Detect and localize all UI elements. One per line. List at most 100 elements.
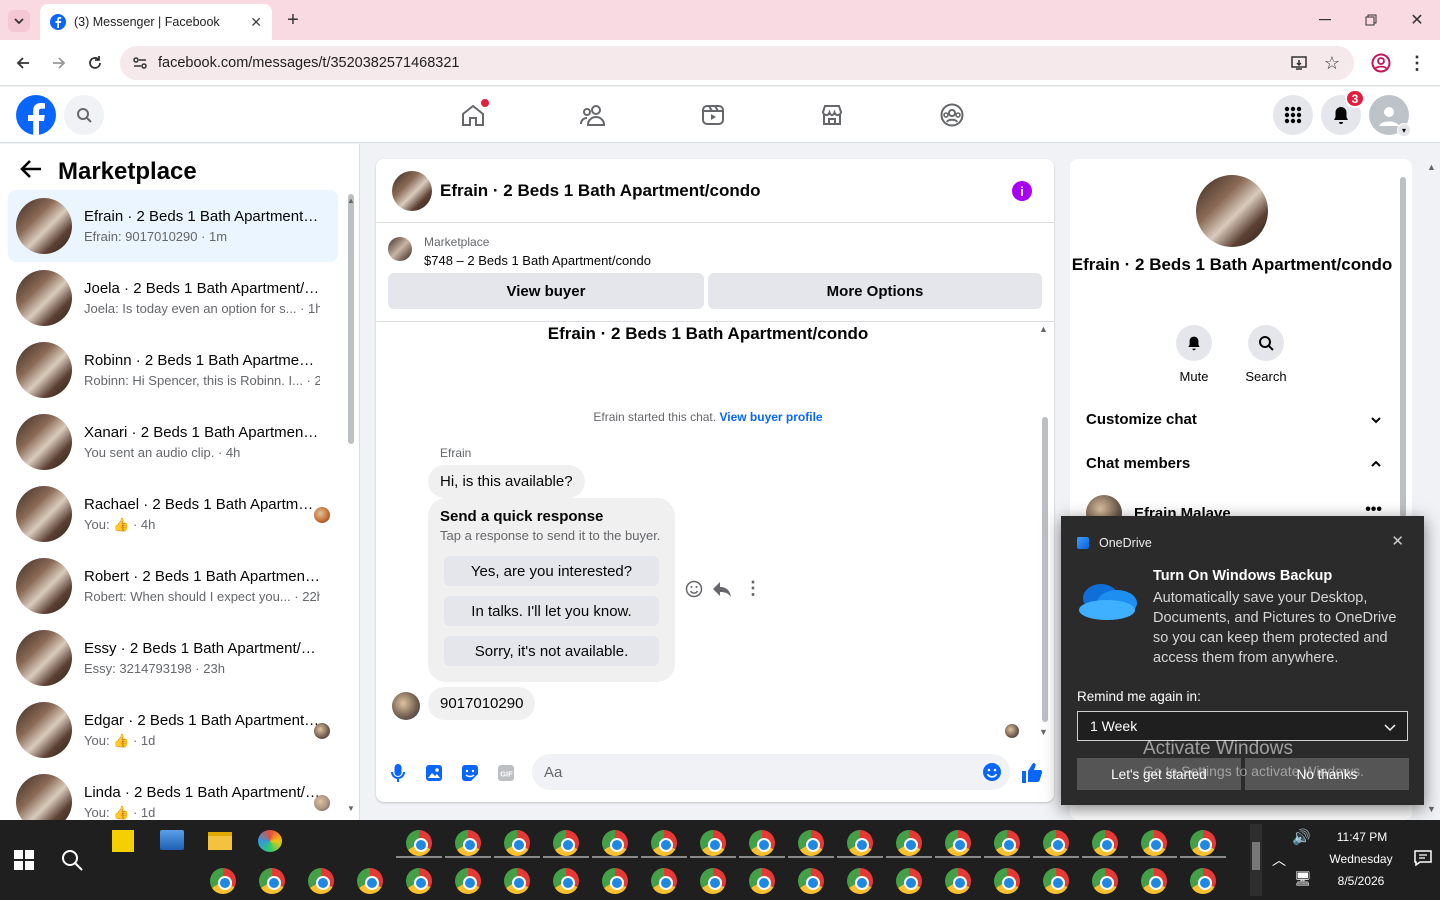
incoming-message-phone[interactable]: 9017010290 bbox=[428, 687, 536, 720]
clock-day[interactable]: Wednesday bbox=[1316, 852, 1406, 866]
chrome-taskbar-icon[interactable] bbox=[455, 868, 481, 894]
chrome-taskbar-icon[interactable] bbox=[1092, 868, 1118, 894]
gif-icon[interactable]: GIF bbox=[496, 763, 516, 783]
conversation-item[interactable]: Efrain · 2 Beds 1 Bath Apartment/condo Ef… bbox=[8, 190, 338, 262]
remind-select[interactable]: 1 Week bbox=[1077, 711, 1408, 741]
conversation-item[interactable]: Linda · 2 Beds 1 Bath Apartment/condo You… bbox=[8, 766, 338, 820]
network-icon[interactable]: 🖥 bbox=[1294, 870, 1312, 887]
thumbs-up-send-icon[interactable] bbox=[1020, 761, 1044, 785]
emoji-picker-icon[interactable] bbox=[982, 762, 1002, 786]
nav-home-icon[interactable] bbox=[455, 97, 491, 133]
chrome-taskbar-icon[interactable] bbox=[602, 830, 628, 856]
conversation-item[interactable]: Robinn · 2 Beds 1 Bath Apartment/condo Ro… bbox=[8, 334, 338, 406]
show-hidden-icons-chevron[interactable]: ︿ bbox=[1272, 850, 1286, 870]
chrome-taskbar-icon[interactable] bbox=[602, 868, 628, 894]
nav-video-icon[interactable] bbox=[695, 97, 731, 133]
listing-summary[interactable]: Marketplace $748 – 2 Beds 1 Bath Apartme… bbox=[388, 235, 651, 268]
chat-title[interactable]: Efrain · 2 Beds 1 Bath Apartment/condo bbox=[440, 181, 761, 201]
chrome-taskbar-icon[interactable] bbox=[357, 868, 383, 894]
chrome-taskbar-icon[interactable] bbox=[896, 868, 922, 894]
nav-friends-icon[interactable] bbox=[575, 97, 611, 133]
new-tab-icon[interactable]: + bbox=[282, 9, 304, 31]
tray-scrollbar[interactable] bbox=[1250, 824, 1262, 896]
forward-arrow-icon[interactable] bbox=[48, 52, 70, 74]
minimize-window-icon[interactable] bbox=[1310, 8, 1340, 32]
facebook-logo-icon[interactable] bbox=[16, 95, 56, 135]
customize-chat-row[interactable]: Customize chat bbox=[1086, 411, 1382, 428]
account-avatar-button[interactable]: ▾ bbox=[1369, 95, 1411, 137]
view-buyer-button[interactable]: View buyer bbox=[388, 273, 704, 309]
chrome-taskbar-icon[interactable] bbox=[994, 868, 1020, 894]
details-scrollbar[interactable] bbox=[1400, 177, 1406, 517]
back-arrow-icon[interactable] bbox=[20, 158, 42, 186]
view-buyer-profile-link[interactable]: View buyer profile bbox=[719, 410, 822, 424]
chrome-taskbar-icon[interactable] bbox=[945, 868, 971, 894]
menu-grid-button[interactable] bbox=[1273, 95, 1313, 135]
chrome-taskbar-icon[interactable] bbox=[1092, 830, 1118, 856]
profile-icon[interactable] bbox=[1370, 52, 1392, 74]
toast-close-icon[interactable]: ✕ bbox=[1391, 532, 1404, 550]
restore-window-icon[interactable] bbox=[1356, 8, 1386, 32]
chrome-taskbar-icon[interactable] bbox=[700, 868, 726, 894]
details-avatar[interactable] bbox=[1196, 175, 1268, 247]
message-more-icon[interactable]: ⋮ bbox=[744, 578, 762, 599]
chrome-taskbar-icon[interactable] bbox=[1043, 868, 1069, 894]
chrome-taskbar-icon[interactable] bbox=[798, 868, 824, 894]
nav-groups-icon[interactable] bbox=[934, 97, 970, 133]
thread-scroll-up-icon[interactable]: ▲ bbox=[1039, 324, 1048, 334]
action-center-icon[interactable] bbox=[1414, 850, 1432, 869]
mute-action[interactable]: Mute bbox=[1164, 325, 1224, 384]
page-scroll-up-icon[interactable]: ▲ bbox=[1427, 162, 1436, 172]
chrome-taskbar-icon[interactable] bbox=[259, 868, 285, 894]
page-scroll-down-icon[interactable]: ▼ bbox=[1427, 804, 1436, 814]
voice-clip-icon[interactable] bbox=[388, 763, 408, 783]
reply-arrow-icon[interactable] bbox=[712, 580, 732, 603]
back-arrow-icon[interactable] bbox=[12, 52, 34, 74]
close-window-icon[interactable]: ✕ bbox=[1402, 8, 1432, 32]
browser-menu-icon[interactable]: ⋮ bbox=[1406, 52, 1428, 74]
clock-date[interactable]: 8/5/2026 bbox=[1321, 874, 1401, 888]
left-scroll-down-icon[interactable]: ▼ bbox=[347, 804, 355, 813]
chrome-taskbar-icon[interactable] bbox=[1043, 830, 1069, 856]
chrome-taskbar-icon[interactable] bbox=[1190, 830, 1216, 856]
reload-icon[interactable] bbox=[84, 52, 106, 74]
tab-close-icon[interactable]: ✕ bbox=[250, 14, 262, 31]
chrome-taskbar-icon[interactable] bbox=[210, 868, 236, 894]
quick-reply-in-talks-button[interactable]: In talks. I'll let you know. bbox=[444, 596, 659, 626]
thread-scroll-down-icon[interactable]: ▼ bbox=[1039, 727, 1048, 737]
message-input[interactable]: Aa bbox=[532, 754, 1010, 790]
clock-time[interactable]: 11:47 PM bbox=[1326, 830, 1398, 844]
chrome-taskbar-icon[interactable] bbox=[1141, 830, 1167, 856]
chrome-taskbar-icon[interactable] bbox=[406, 868, 432, 894]
pc-settings-icon[interactable] bbox=[160, 830, 184, 850]
chrome-taskbar-icon[interactable] bbox=[504, 868, 530, 894]
chrome-taskbar-icon[interactable] bbox=[945, 830, 971, 856]
chrome-taskbar-icon[interactable] bbox=[504, 830, 530, 856]
chrome-taskbar-icon[interactable] bbox=[651, 830, 677, 856]
chrome-taskbar-icon[interactable] bbox=[700, 830, 726, 856]
chrome-taskbar-icon[interactable] bbox=[455, 830, 481, 856]
react-emoji-icon[interactable] bbox=[685, 580, 703, 603]
volume-icon[interactable]: 🔊 bbox=[1292, 828, 1311, 846]
site-settings-icon[interactable] bbox=[132, 55, 148, 75]
bookmark-star-icon[interactable]: ☆ bbox=[1324, 53, 1340, 74]
conversation-item[interactable]: Rachael · 2 Beds 1 Bath Apartment/condo Y… bbox=[8, 478, 338, 550]
chrome-taskbar-icon[interactable] bbox=[749, 868, 775, 894]
tab-search-chevron-icon[interactable] bbox=[8, 10, 30, 32]
chat-avatar[interactable] bbox=[392, 170, 432, 211]
chat-members-row[interactable]: Chat members bbox=[1086, 455, 1382, 472]
chrome-taskbar-icon[interactable] bbox=[749, 830, 775, 856]
chrome-taskbar-icon[interactable] bbox=[406, 830, 432, 856]
chrome-taskbar-icon[interactable] bbox=[651, 868, 677, 894]
more-options-button[interactable]: More Options bbox=[708, 273, 1042, 309]
sticky-notes-icon[interactable] bbox=[112, 830, 134, 852]
chrome-taskbar-icon[interactable] bbox=[994, 830, 1020, 856]
sender-avatar[interactable] bbox=[392, 692, 420, 720]
windows-start-icon[interactable] bbox=[14, 850, 34, 875]
chrome-taskbar-icon[interactable] bbox=[896, 830, 922, 856]
windows-search-icon[interactable] bbox=[60, 848, 84, 877]
chrome-taskbar-icon[interactable] bbox=[798, 830, 824, 856]
incoming-message[interactable]: Hi, is this available? bbox=[428, 465, 585, 498]
conversation-item[interactable]: Edgar · 2 Beds 1 Bath Apartment/condo You… bbox=[8, 694, 338, 766]
search-facebook-button[interactable] bbox=[64, 95, 104, 135]
